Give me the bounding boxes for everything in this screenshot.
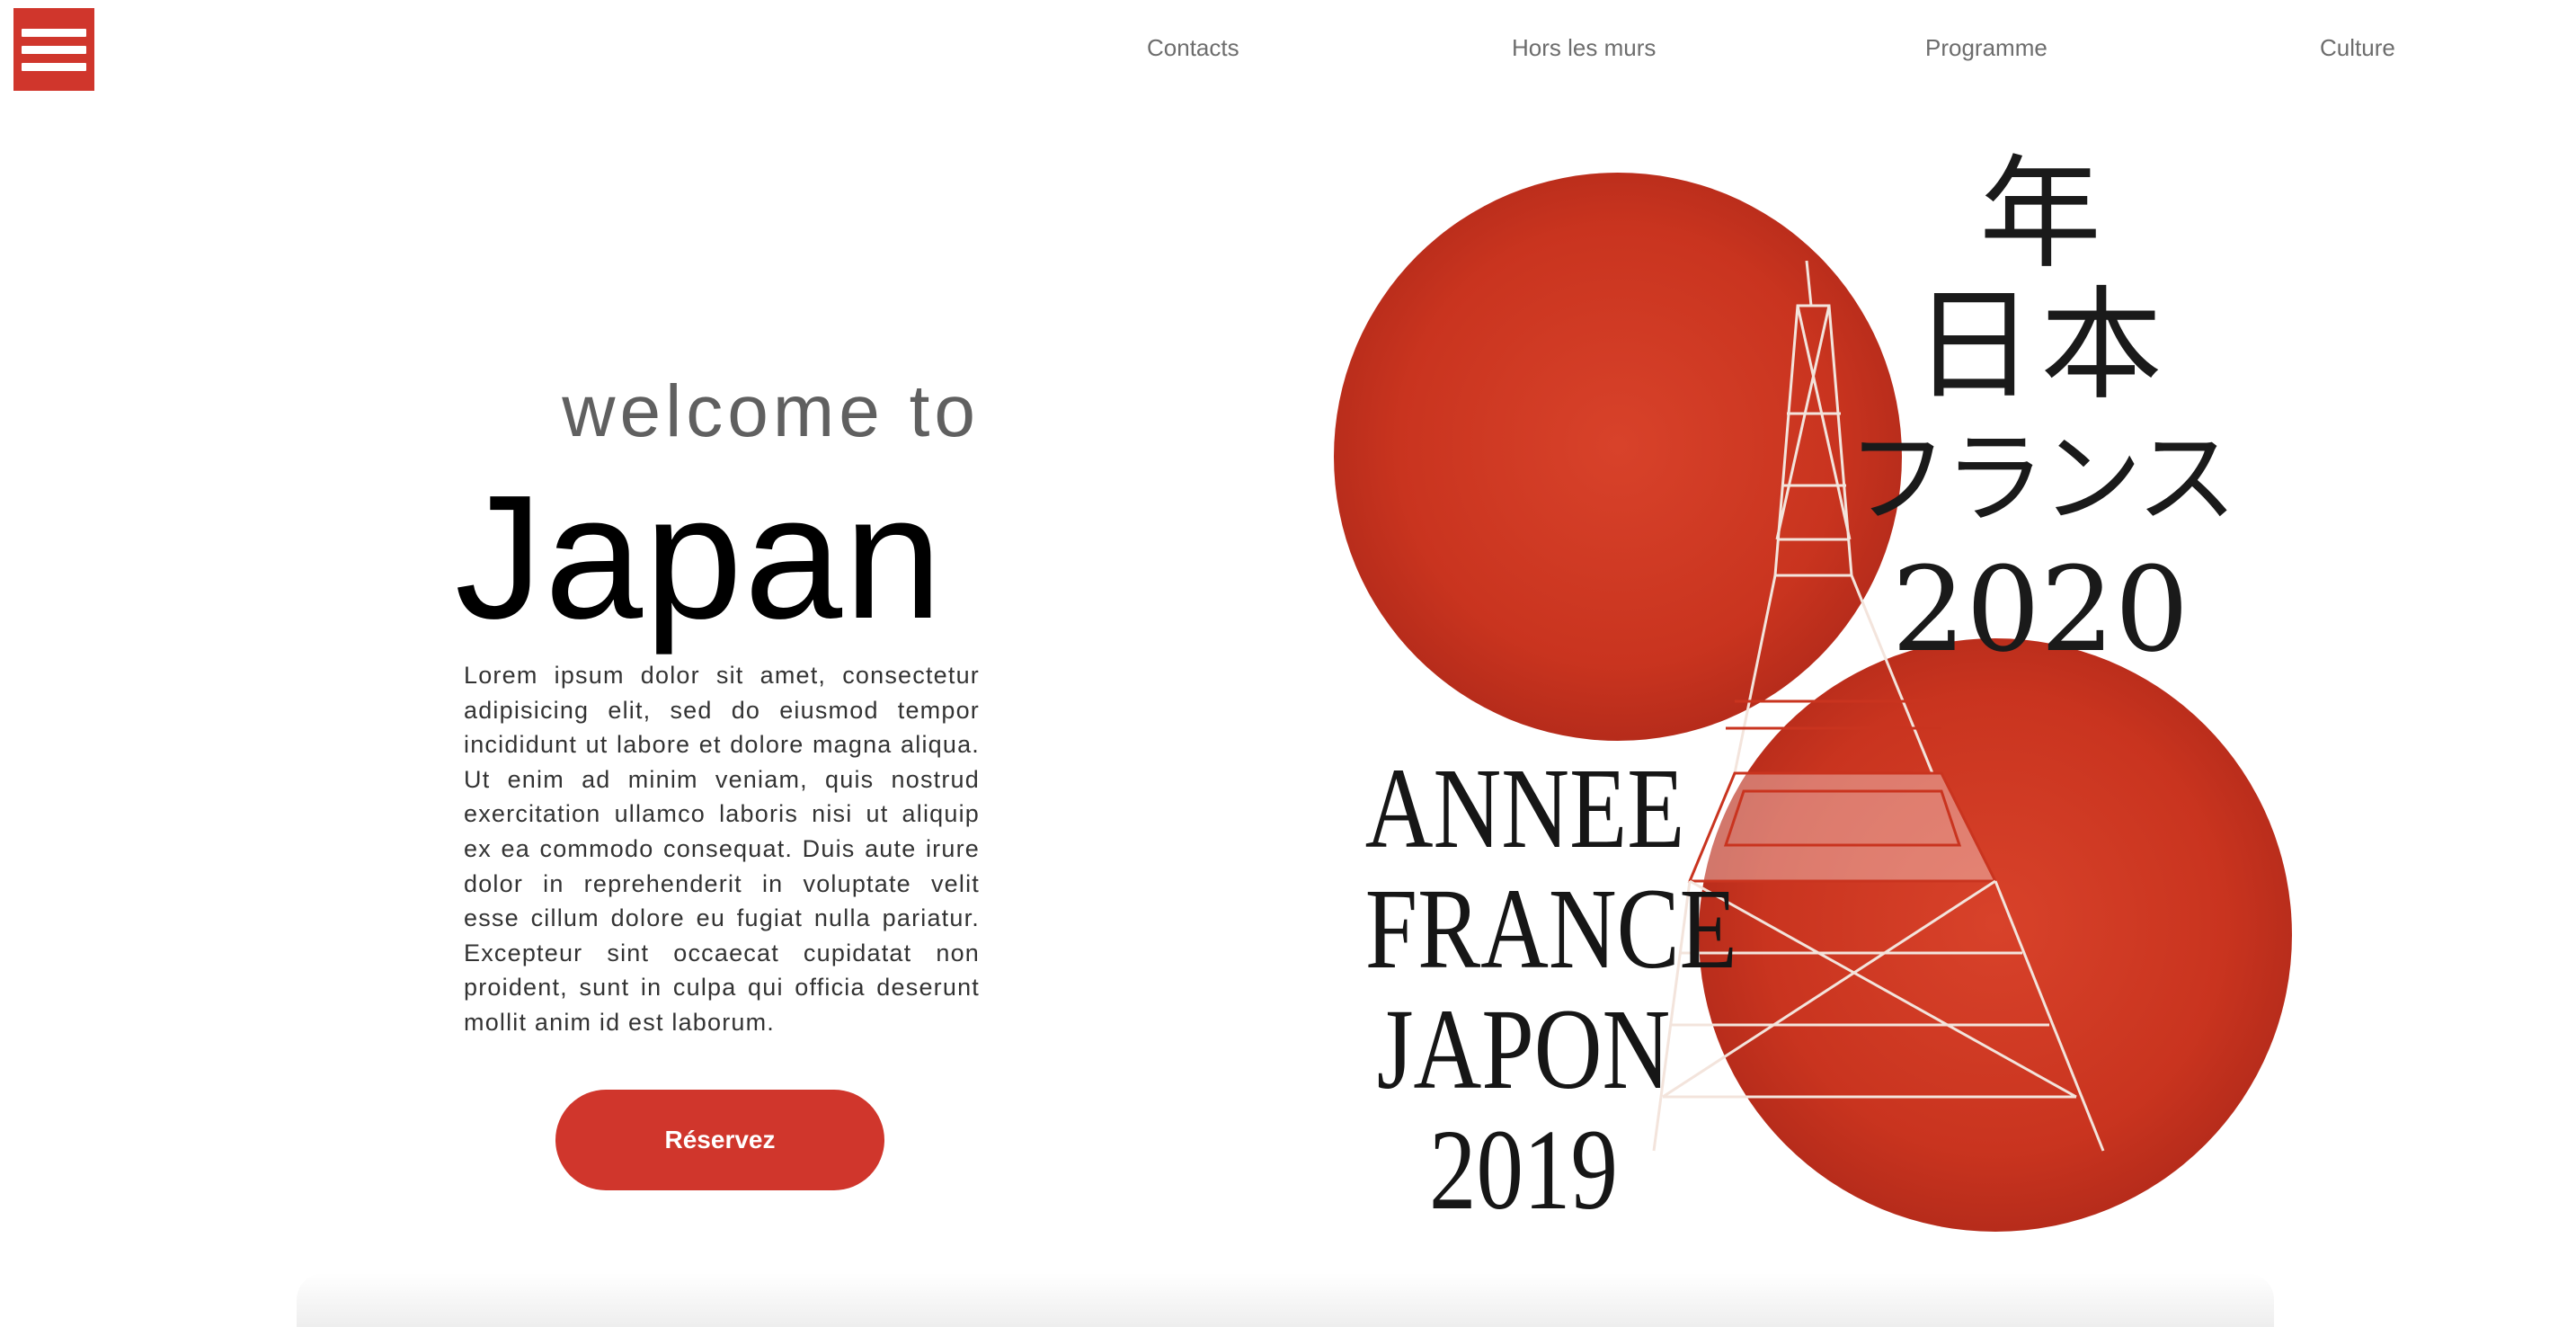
hero-description: Lorem ipsum dolor sit amet, consectetur …	[464, 662, 980, 1036]
poster-french-text: ANNEE FRANCE JAPON 2019	[1330, 744, 1737, 1233]
poster-artwork: 年 日本 フランス 2020 ANNEE FRANCE JAPON 2019	[1312, 144, 2319, 1250]
page: Contacts Hors les murs Programme Culture…	[0, 0, 2576, 1327]
bottom-shadow-divider	[297, 1273, 2274, 1327]
poster-jp-line-2: 日本	[1913, 275, 2168, 417]
poster-japanese-text: 年 日本 フランス 2020	[1825, 149, 2256, 672]
nav-item-contacts[interactable]: Contacts	[1147, 34, 1239, 62]
red-sun-upper	[1334, 173, 1902, 741]
poster-fr-line-2: FRANCE	[1364, 865, 1737, 993]
poster-fr-line-1: ANNEE	[1364, 744, 1685, 872]
poster-jp-line-3: フランス	[1847, 421, 2237, 538]
reserve-button[interactable]: Réservez	[555, 1090, 884, 1190]
poster-jp-line-1: 年	[1979, 144, 2101, 286]
hero-welcome-text: welcome to	[562, 370, 980, 452]
nav-item-hors-les-murs[interactable]: Hors les murs	[1512, 34, 1656, 62]
top-nav: Contacts Hors les murs Programme Culture	[0, 34, 2576, 70]
hero-title: Japan	[455, 459, 945, 655]
poster-jp-line-4: 2020	[1891, 541, 2190, 678]
nav-item-culture[interactable]: Culture	[2320, 34, 2395, 62]
poster-fr-line-4: 2019	[1429, 1106, 1618, 1233]
nav-item-programme[interactable]: Programme	[1925, 34, 2047, 62]
poster-fr-line-3: JAPON	[1376, 985, 1671, 1113]
